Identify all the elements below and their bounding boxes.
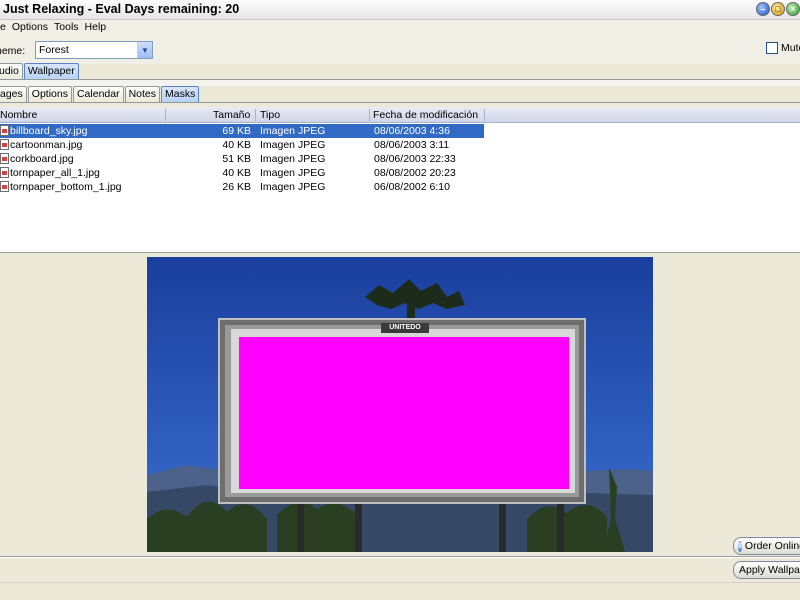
table-row[interactable]: cartoonman.jpg 40 KB Imagen JPEG 08/06/2… bbox=[0, 138, 484, 152]
file-modified: 08/06/2003 22:33 bbox=[374, 153, 456, 165]
window-controls: – □ × bbox=[756, 2, 800, 16]
table-row[interactable]: billboard_sky.jpg 69 KB Imagen JPEG 08/0… bbox=[0, 124, 484, 138]
file-type: Imagen JPEG bbox=[260, 153, 326, 165]
file-name: tornpaper_all_1.jpg bbox=[10, 167, 100, 179]
file-modified: 08/08/2002 20:23 bbox=[374, 167, 456, 179]
tab-divider bbox=[0, 102, 800, 103]
column-header-type[interactable]: Tipo bbox=[260, 109, 280, 121]
file-type: Imagen JPEG bbox=[260, 181, 326, 193]
theme-select-value: Forest bbox=[39, 44, 69, 56]
apply-wallpaper-label: Apply Wallpaper bbox=[739, 564, 800, 576]
table-row[interactable]: tornpaper_all_1.jpg 40 KB Imagen JPEG 08… bbox=[0, 166, 484, 180]
tab-notes[interactable]: Notes bbox=[124, 86, 161, 102]
file-size: 40 KB bbox=[222, 167, 251, 179]
file-name: corkboard.jpg bbox=[10, 153, 74, 165]
file-type: Imagen JPEG bbox=[260, 167, 326, 179]
column-header-name[interactable]: Nombre bbox=[0, 109, 37, 121]
menu-tools[interactable]: Tools bbox=[51, 20, 82, 34]
menu-bar: e Options Tools Help bbox=[0, 20, 800, 34]
theme-label: heme: bbox=[0, 45, 26, 57]
tab-options[interactable]: Options bbox=[27, 86, 72, 102]
file-size: 26 KB bbox=[222, 181, 251, 193]
file-modified: 08/06/2003 4:36 bbox=[374, 125, 450, 137]
tab-images[interactable]: ages bbox=[0, 86, 27, 102]
theme-select[interactable]: Forest ▼ bbox=[35, 41, 153, 59]
menu-help[interactable]: Help bbox=[82, 20, 110, 34]
table-row[interactable]: tornpaper_bottom_1.jpg 26 KB Imagen JPEG… bbox=[0, 180, 484, 194]
file-size: 40 KB bbox=[222, 139, 251, 151]
menu-options[interactable]: Options bbox=[9, 20, 51, 34]
bottom-divider bbox=[0, 556, 800, 558]
order-online-button[interactable]: $ Order Online bbox=[733, 537, 800, 555]
status-bar bbox=[0, 582, 800, 600]
file-size: 51 KB bbox=[222, 153, 251, 165]
jpeg-file-icon bbox=[0, 167, 9, 178]
tab-calendar[interactable]: Calendar bbox=[72, 86, 124, 102]
billboard-brand-text: UNITEDO bbox=[389, 324, 421, 331]
file-modified: 08/06/2003 3:11 bbox=[374, 139, 450, 151]
tab-masks[interactable]: Masks bbox=[161, 86, 200, 102]
table-row[interactable]: corkboard.jpg 51 KB Imagen JPEG 08/06/20… bbox=[0, 152, 484, 166]
mute-checkbox[interactable] bbox=[766, 42, 778, 54]
file-type: Imagen JPEG bbox=[260, 139, 326, 151]
sub-tabs: ages Options Calendar Notes Masks bbox=[0, 86, 200, 102]
apply-wallpaper-button[interactable]: Apply Wallpaper bbox=[733, 561, 800, 579]
globe-icon: $ bbox=[738, 540, 742, 552]
file-list[interactable]: Nombre Tamaño Tipo Fecha de modificación… bbox=[0, 107, 800, 253]
file-type: Imagen JPEG bbox=[260, 125, 326, 137]
maximize-button[interactable]: □ bbox=[771, 2, 785, 16]
jpeg-file-icon bbox=[0, 153, 9, 164]
file-name: billboard_sky.jpg bbox=[10, 125, 88, 137]
jpeg-file-icon bbox=[0, 181, 9, 192]
mute-label: Mute bbox=[781, 42, 800, 54]
chevron-down-icon[interactable]: ▼ bbox=[137, 42, 152, 58]
tab-wallpaper[interactable]: Wallpaper bbox=[23, 63, 79, 79]
jpeg-file-icon bbox=[0, 139, 9, 150]
tab-audio[interactable]: udio bbox=[0, 63, 23, 79]
title-bar: Just Relaxing - Eval Days remaining: 20 … bbox=[0, 0, 800, 20]
column-header-modified[interactable]: Fecha de modificación bbox=[373, 109, 478, 121]
menu-file[interactable]: e bbox=[0, 20, 9, 34]
file-name: cartoonman.jpg bbox=[10, 139, 83, 151]
column-divider[interactable] bbox=[484, 109, 485, 121]
main-tabs: udio Wallpaper bbox=[0, 63, 80, 79]
column-divider[interactable] bbox=[255, 109, 256, 121]
order-online-label: Order Online bbox=[744, 540, 800, 552]
close-button[interactable]: × bbox=[786, 2, 800, 16]
mute-control[interactable]: Mute bbox=[766, 42, 800, 54]
column-header-size[interactable]: Tamaño bbox=[213, 109, 250, 121]
file-size: 69 KB bbox=[222, 125, 251, 137]
file-modified: 06/08/2002 6:10 bbox=[374, 181, 450, 193]
file-name: tornpaper_bottom_1.jpg bbox=[10, 181, 122, 193]
column-divider[interactable] bbox=[165, 109, 166, 121]
window-title: Just Relaxing - Eval Days remaining: 20 bbox=[3, 2, 240, 16]
column-divider[interactable] bbox=[369, 109, 370, 121]
wallpaper-preview-image bbox=[147, 257, 653, 552]
theme-row: heme: Forest ▼ Mute bbox=[0, 34, 800, 64]
minimize-button[interactable]: – bbox=[756, 2, 770, 16]
jpeg-file-icon bbox=[0, 125, 9, 136]
list-header: Nombre Tamaño Tipo Fecha de modificación bbox=[0, 107, 800, 123]
